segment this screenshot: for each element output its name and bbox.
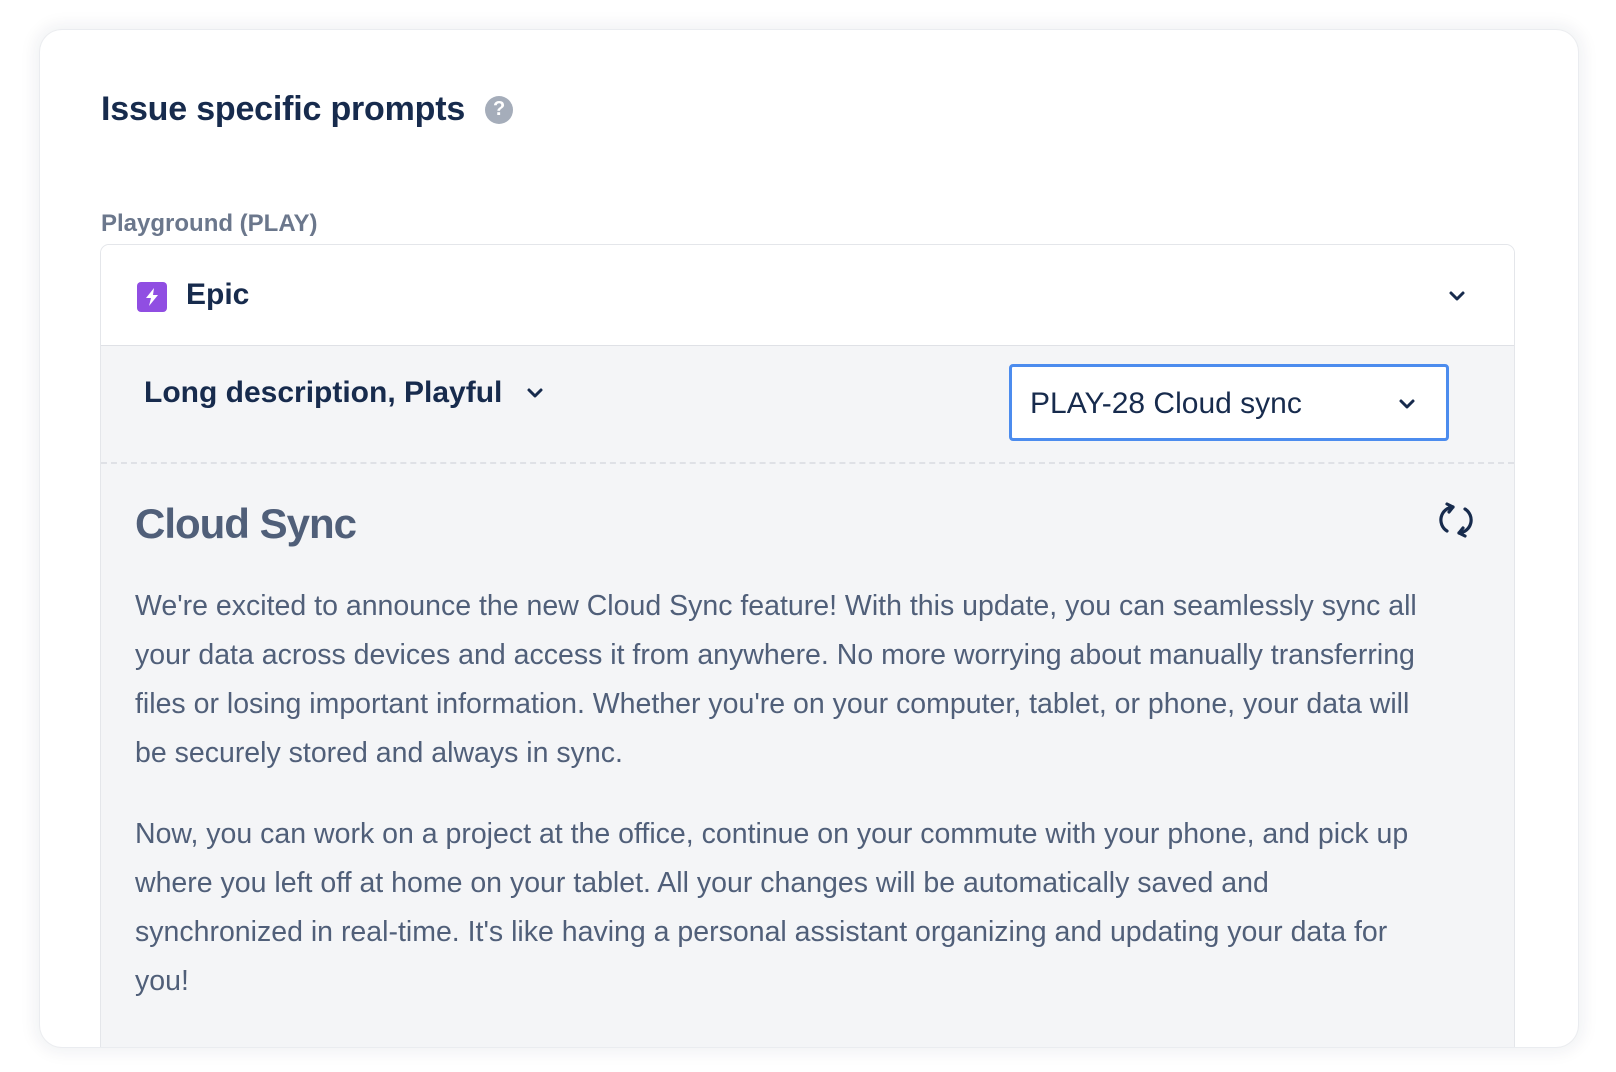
- settings-card: Issue specific prompts ? Playground (PLA…: [40, 30, 1578, 1047]
- prompt-controls: Long description, Playful PLAY-28 Cloud …: [101, 346, 1514, 464]
- prompt-preview-area: Long description, Playful PLAY-28 Cloud …: [101, 346, 1514, 1047]
- chevron-down-icon: [1399, 399, 1415, 409]
- issue-type-label: Epic: [186, 278, 250, 311]
- tone-select-value: Long description, Playful: [144, 376, 503, 409]
- refresh-icon[interactable]: [1436, 500, 1476, 540]
- issue-type-header[interactable]: Epic: [101, 245, 1514, 346]
- help-icon[interactable]: ?: [485, 95, 514, 124]
- section-header: Issue specific prompts ?: [101, 90, 514, 129]
- chevron-down-icon: [527, 388, 543, 398]
- generated-paragraph: We're excited to announce the new Cloud …: [135, 590, 1417, 769]
- issue-select-value: PLAY-28 Cloud sync: [1030, 387, 1302, 420]
- issue-select[interactable]: PLAY-28 Cloud sync: [1009, 364, 1449, 441]
- project-label: Playground (PLAY): [101, 210, 318, 237]
- generated-title: Cloud Sync: [135, 500, 357, 547]
- chevron-down-icon[interactable]: [1446, 285, 1468, 307]
- section-title: Issue specific prompts: [101, 90, 466, 128]
- generated-paragraph: Now, you can work on a project at the of…: [135, 818, 1409, 997]
- tone-select[interactable]: Long description, Playful: [144, 376, 546, 410]
- epic-icon: [137, 282, 167, 312]
- issue-type-panel: Epic Long description, Playful PLAY-28 C…: [100, 244, 1515, 1047]
